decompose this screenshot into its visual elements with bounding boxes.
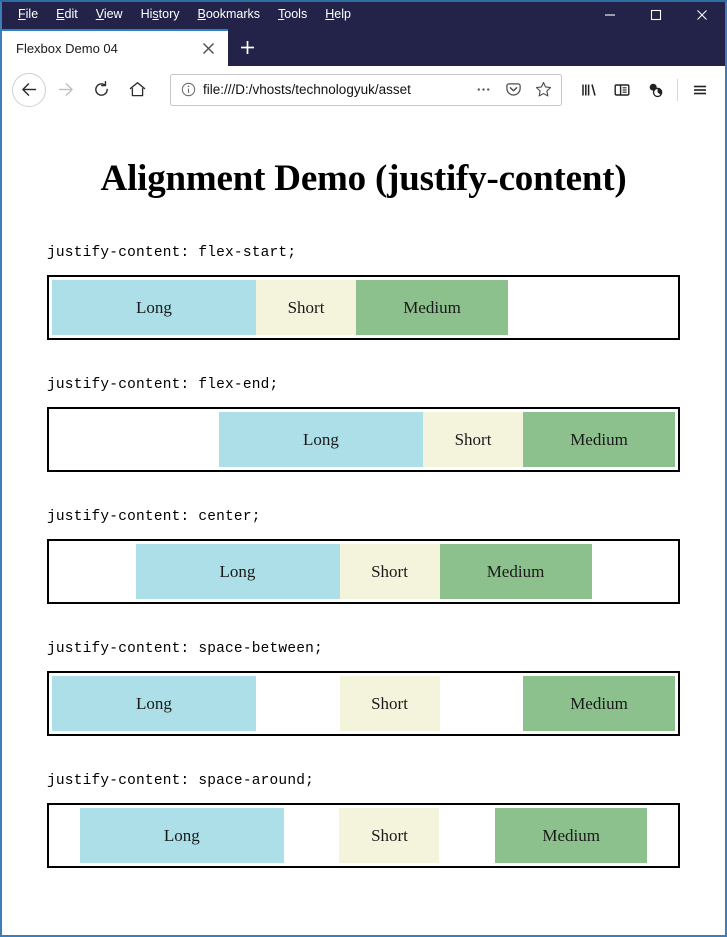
flex-item-medium: Medium — [356, 280, 508, 335]
sidebar-button[interactable] — [607, 74, 637, 106]
toolbar-right-group — [574, 74, 715, 106]
close-icon — [202, 43, 214, 54]
demo-block-flex-end: justify-content: flex-end; Long Short Me… — [47, 377, 680, 472]
navigation-toolbar: file:///D:/vhosts/technologyuk/asset — [2, 66, 725, 113]
flex-item-short: Short — [256, 280, 356, 335]
arrow-left-icon — [21, 83, 36, 96]
flex-item-short: Short — [339, 676, 440, 731]
flex-item-long: Long — [135, 544, 340, 599]
demo-block-space-around: justify-content: space-around; Long Shor… — [47, 773, 680, 868]
ellipsis-icon — [477, 88, 489, 91]
menu-item-bookmarks[interactable]: Bookmarks — [189, 5, 270, 24]
menu-item-history[interactable]: History — [132, 5, 189, 24]
flex-container-space-between: Long Short Medium — [47, 671, 680, 736]
tab-title: Flexbox Demo 04 — [16, 41, 118, 56]
star-icon — [535, 81, 551, 97]
title-bar: File Edit View History Bookmarks Tools H… — [0, 0, 727, 29]
bookmark-button[interactable] — [531, 78, 555, 102]
demo-block-flex-start: justify-content: flex-start; Long Short … — [47, 245, 680, 340]
library-icon — [582, 83, 596, 96]
arrow-right-icon — [58, 83, 73, 96]
home-icon — [129, 82, 145, 97]
flex-container-flex-end: Long Short Medium — [47, 407, 680, 472]
menu-item-view[interactable]: View — [87, 5, 132, 24]
forward-button[interactable] — [48, 73, 82, 107]
back-button[interactable] — [12, 72, 46, 107]
plus-icon — [240, 41, 254, 54]
menu-item-help[interactable]: Help — [316, 5, 360, 24]
flex-container-flex-start: Long Short Medium — [47, 275, 680, 340]
url-bar[interactable]: file:///D:/vhosts/technologyuk/asset — [170, 73, 562, 106]
minimize-icon — [605, 13, 615, 16]
menu-button[interactable] — [685, 74, 715, 106]
url-input[interactable]: file:///D:/vhosts/technologyuk/asset — [203, 82, 465, 97]
flex-item-long: Long — [79, 808, 284, 863]
close-icon — [697, 9, 707, 20]
demo-label: justify-content: space-around; — [47, 773, 315, 789]
home-button[interactable] — [120, 73, 154, 107]
flex-item-medium: Medium — [495, 808, 648, 863]
page-actions-button[interactable] — [471, 78, 495, 102]
toolbar-divider — [677, 78, 678, 101]
demo-label: justify-content: flex-start; — [47, 245, 297, 261]
pocket-button[interactable] — [501, 78, 525, 102]
flex-item-medium: Medium — [523, 676, 675, 731]
reload-icon — [94, 81, 108, 96]
sidebar-icon — [614, 83, 630, 96]
pocket-icon — [505, 83, 521, 96]
demo-label: justify-content: space-between; — [47, 641, 323, 657]
new-tab-button[interactable] — [228, 29, 266, 66]
demo-block-space-between: justify-content: space-between; Long Sho… — [47, 641, 680, 736]
flex-item-long: Long — [219, 412, 423, 467]
flex-item-short: Short — [423, 412, 523, 467]
menu-item-file[interactable]: File — [9, 5, 47, 24]
browser-window: File Edit View History Bookmarks Tools H… — [0, 0, 727, 937]
flex-item-medium: Medium — [523, 412, 675, 467]
flex-container-space-around: Long Short Medium — [47, 803, 680, 868]
menu-item-edit[interactable]: Edit — [47, 5, 87, 24]
page-info-icon[interactable] — [179, 81, 197, 99]
flex-container-center: Long Short Medium — [47, 539, 680, 604]
hamburger-icon — [694, 85, 706, 94]
reload-button[interactable] — [84, 73, 118, 107]
flex-item-short: Short — [339, 808, 440, 863]
info-icon — [181, 82, 195, 97]
account-button[interactable] — [640, 74, 670, 106]
menu-bar: File Edit View History Bookmarks Tools H… — [2, 5, 360, 24]
library-button[interactable] — [574, 74, 604, 106]
page-content: Alignment Demo (justify-content) justify… — [2, 113, 725, 935]
flex-item-long: Long — [52, 280, 256, 335]
demo-label: justify-content: center; — [47, 509, 261, 525]
maximize-button[interactable] — [633, 0, 679, 29]
tab-flexbox-demo-04[interactable]: Flexbox Demo 04 — [2, 29, 228, 66]
demo-block-center: justify-content: center; Long Short Medi… — [47, 509, 680, 604]
flex-item-long: Long — [52, 676, 256, 731]
account-icon — [649, 83, 663, 97]
window-controls — [587, 0, 725, 29]
flex-item-short: Short — [339, 544, 440, 599]
close-tab-button[interactable] — [196, 37, 220, 61]
tab-strip: Flexbox Demo 04 — [2, 29, 725, 66]
menu-item-tools[interactable]: Tools — [269, 5, 316, 24]
demo-label: justify-content: flex-end; — [47, 377, 279, 393]
close-window-button[interactable] — [679, 0, 725, 29]
flex-item-medium: Medium — [439, 544, 592, 599]
minimize-button[interactable] — [587, 0, 633, 29]
page-title: Alignment Demo (justify-content) — [100, 158, 627, 199]
maximize-icon — [650, 9, 662, 20]
